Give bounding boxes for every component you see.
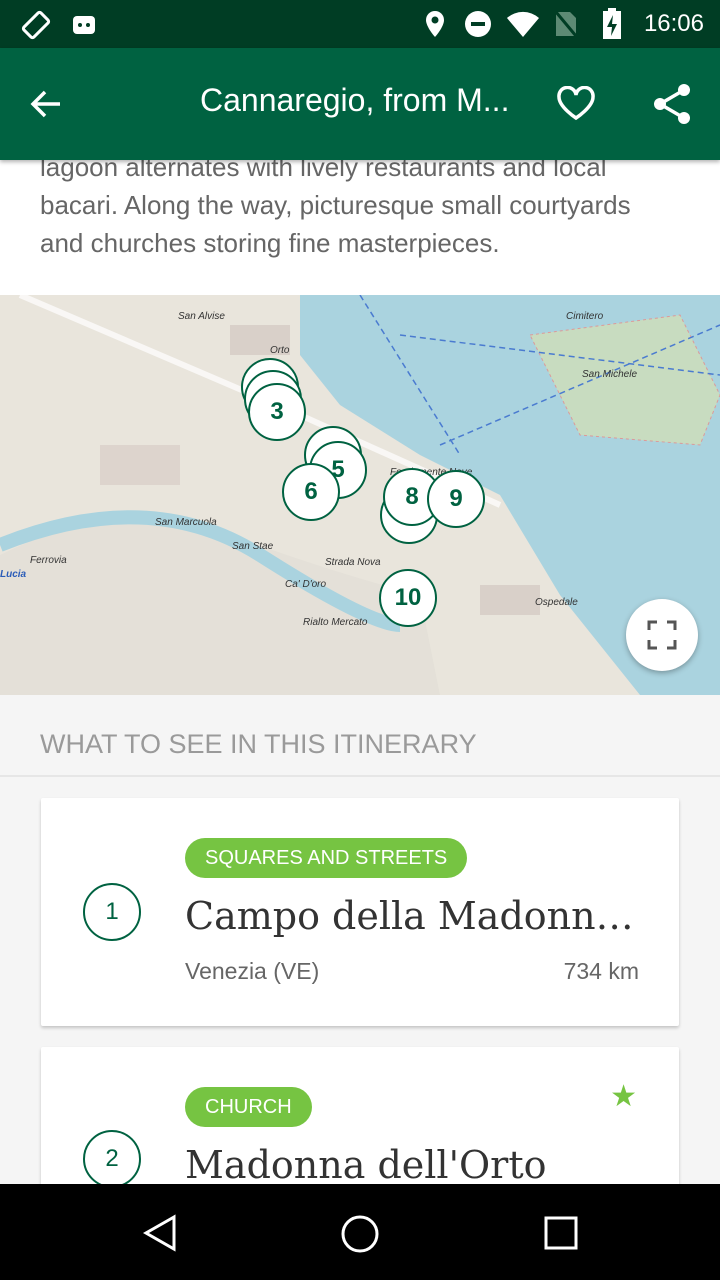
category-badge: SQUARES AND STREETS bbox=[185, 838, 468, 878]
map-marker-9[interactable]: 9 bbox=[427, 470, 485, 528]
battery-charging-icon bbox=[603, 8, 621, 39]
map-marker-3[interactable]: 3 bbox=[248, 383, 306, 441]
share-icon[interactable] bbox=[652, 82, 692, 126]
back-nav-icon[interactable] bbox=[142, 1214, 178, 1252]
itinerary-description: lagoon alternates with lively restaurant… bbox=[0, 140, 720, 295]
heart-icon[interactable] bbox=[556, 86, 596, 122]
no-sim-icon bbox=[554, 11, 578, 37]
recents-nav-icon[interactable] bbox=[543, 1215, 579, 1251]
status-bar: 16:06 bbox=[0, 0, 720, 48]
app-bar: Cannaregio, from M... bbox=[0, 48, 720, 160]
map-tiles bbox=[0, 295, 720, 695]
map-marker-10[interactable]: 10 bbox=[379, 569, 437, 627]
map-label: Ospedale bbox=[535, 597, 578, 608]
description-line: and churches storing fine masterpieces. bbox=[40, 228, 500, 258]
map-label: Strada Nova bbox=[325, 557, 381, 568]
page-title: Cannaregio, from M... bbox=[200, 82, 510, 118]
back-arrow-icon[interactable] bbox=[28, 86, 64, 122]
fullscreen-button[interactable] bbox=[626, 599, 698, 671]
description-line: bacari. Along the way, picturesque small… bbox=[40, 190, 631, 220]
wifi-icon bbox=[507, 11, 539, 38]
map-label: San Stae bbox=[232, 541, 274, 552]
star-icon[interactable]: ★ bbox=[610, 1079, 637, 1114]
map-label: San Alvise bbox=[178, 311, 225, 322]
map-label: San Michele bbox=[582, 369, 638, 380]
item-number: 2 bbox=[83, 1130, 141, 1188]
map-marker-6[interactable]: 6 bbox=[282, 463, 340, 521]
itinerary-map[interactable]: San Alvise Orto Cimitero San Michele San… bbox=[0, 295, 720, 695]
fullscreen-icon bbox=[647, 620, 677, 650]
clock: 16:06 bbox=[643, 10, 704, 37]
map-label: San Marcuola bbox=[155, 517, 217, 528]
screen-rotate-icon bbox=[21, 10, 51, 40]
section-title: WHAT TO SEE IN THIS ITINERARY bbox=[0, 695, 720, 777]
category-badge: CHURCH bbox=[185, 1087, 312, 1127]
item-name: Campo della Madonna dell'Orto bbox=[185, 894, 635, 938]
list-item[interactable]: 1 SQUARES AND STREETS Campo della Madonn… bbox=[41, 798, 679, 1026]
dnd-icon bbox=[465, 11, 491, 37]
location-icon bbox=[426, 11, 444, 37]
item-location: Venezia (VE) bbox=[185, 958, 320, 984]
map-label: Ferrovia bbox=[30, 555, 67, 566]
map-label: Rialto Mercato bbox=[303, 617, 368, 628]
item-number: 1 bbox=[83, 883, 141, 941]
home-nav-icon[interactable] bbox=[340, 1214, 380, 1254]
item-distance: 734 km bbox=[563, 958, 639, 984]
map-label: Ca' D'oro bbox=[285, 579, 327, 590]
android-icon bbox=[73, 16, 95, 34]
map-label: Lucia bbox=[0, 569, 27, 580]
navigation-bar bbox=[0, 1184, 720, 1280]
map-label: Cimitero bbox=[566, 311, 604, 322]
item-name: Madonna dell'Orto bbox=[185, 1143, 547, 1187]
map-label: Orto bbox=[270, 345, 290, 356]
